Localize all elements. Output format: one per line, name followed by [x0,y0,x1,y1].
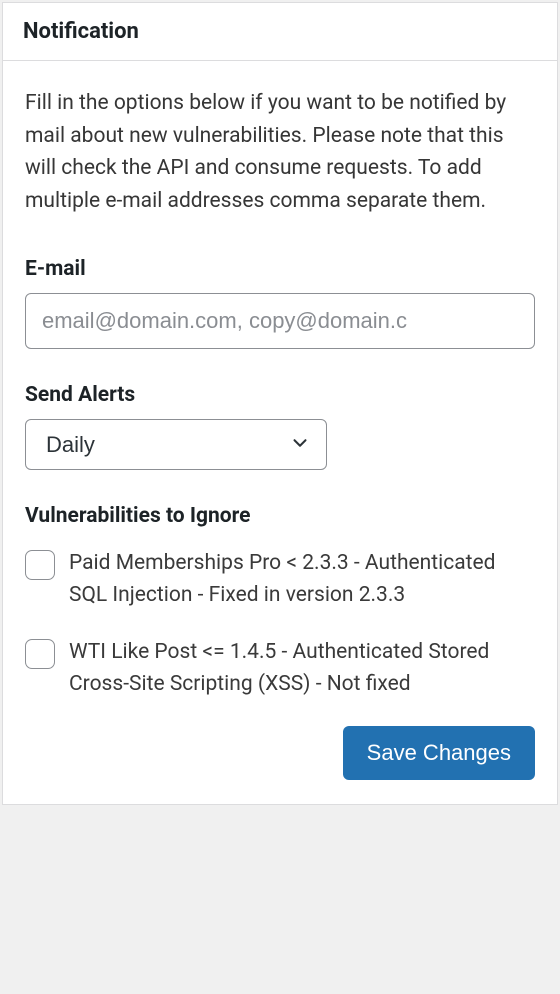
send-alerts-label: Send Alerts [25,383,535,407]
email-field[interactable] [25,293,535,349]
panel-header: Notification [3,3,557,61]
ignore-label: Vulnerabilities to Ignore [25,504,535,528]
panel-body: Fill in the options below if you want to… [3,61,557,804]
ignore-item: Paid Memberships Pro < 2.3.3 - Authentic… [25,548,535,611]
notification-panel: Notification Fill in the options below i… [2,2,558,805]
ignore-checkbox[interactable] [25,550,55,580]
send-alerts-select[interactable]: Daily [25,419,327,470]
panel-title: Notification [23,19,537,44]
ignore-item: WTI Like Post <= 1.4.5 - Authenticated S… [25,637,535,700]
send-alerts-select-wrap: Daily [25,419,327,470]
save-button[interactable]: Save Changes [343,726,535,780]
ignore-checkbox[interactable] [25,639,55,669]
ignore-item-label[interactable]: Paid Memberships Pro < 2.3.3 - Authentic… [69,548,535,611]
ignore-list: Paid Memberships Pro < 2.3.3 - Authentic… [25,548,535,700]
actions-row: Save Changes [25,726,535,780]
ignore-item-label[interactable]: WTI Like Post <= 1.4.5 - Authenticated S… [69,637,535,700]
intro-text: Fill in the options below if you want to… [25,87,535,217]
email-label: E-mail [25,257,535,281]
